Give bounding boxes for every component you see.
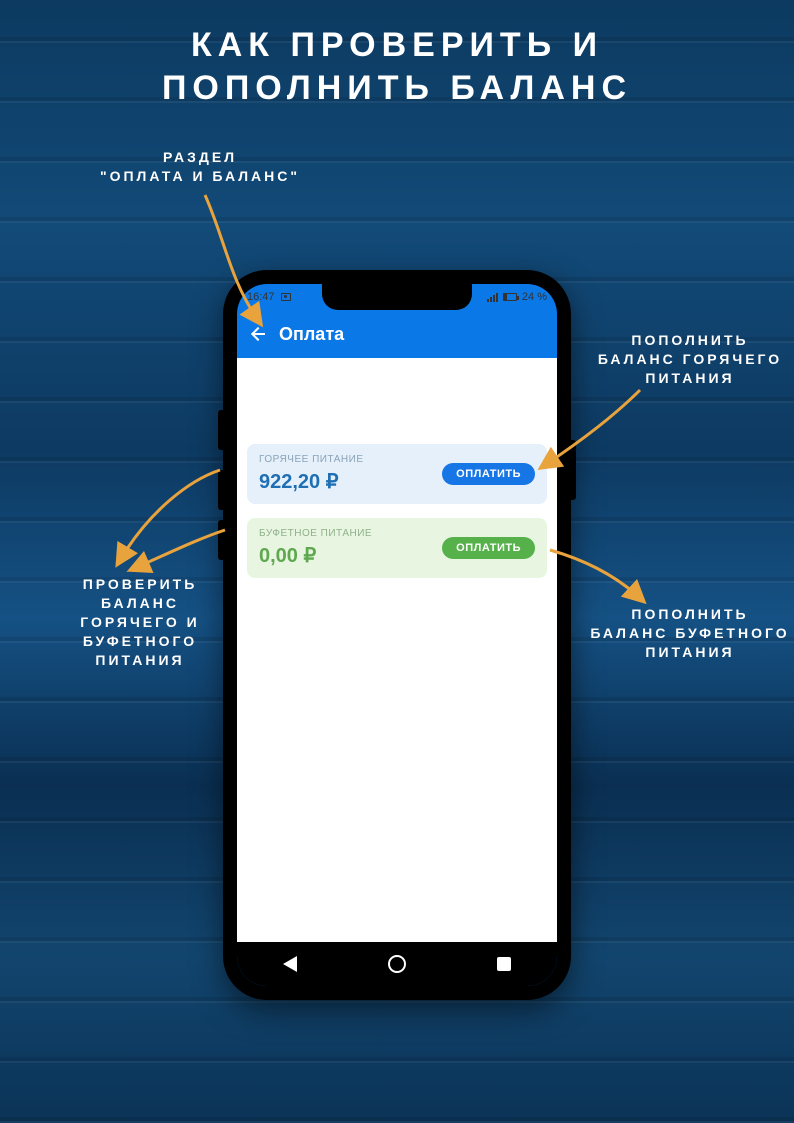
card-label: БУФЕТНОЕ ПИТАНИЕ (259, 528, 372, 539)
pay-button-hot[interactable]: ОПЛАТИТЬ (442, 463, 535, 485)
phone-notch (322, 284, 472, 310)
back-arrow-icon[interactable] (249, 325, 267, 343)
annotation-check-balances: ПРОВЕРИТЬБАЛАНСГОРЯЧЕГО ИБУФЕТНОГОПИТАНИ… (55, 575, 225, 669)
gallery-icon (281, 293, 291, 301)
pay-button-buffet[interactable]: ОПЛАТИТЬ (442, 537, 535, 559)
card-buffet-meal: БУФЕТНОЕ ПИТАНИЕ 0,00 ₽ ОПЛАТИТЬ (247, 518, 547, 578)
title-line-1: КАК ПРОВЕРИТЬ И (0, 24, 794, 67)
annotation-topup-hot: ПОПОЛНИТЬБАЛАНС ГОРЯЧЕГОПИТАНИЯ (590, 331, 790, 388)
nav-recent-icon[interactable] (497, 957, 511, 971)
app-bar: Оплата (237, 310, 557, 358)
card-label: ГОРЯЧЕЕ ПИТАНИЕ (259, 454, 364, 465)
status-time: 16:47 (247, 291, 275, 303)
signal-icon (487, 293, 498, 302)
page-title: КАК ПРОВЕРИТЬ И ПОПОЛНИТЬ БАЛАНС (0, 24, 794, 109)
annotation-topup-buffet: ПОПОЛНИТЬБАЛАНС БУФЕТНОГОПИТАНИЯ (590, 605, 790, 662)
appbar-title: Оплата (279, 324, 344, 345)
card-amount: 922,20 ₽ (259, 469, 364, 494)
card-hot-meal: ГОРЯЧЕЕ ПИТАНИЕ 922,20 ₽ ОПЛАТИТЬ (247, 444, 547, 504)
phone-screen: 16:47 24 % Оплата ГОРЯЧЕЕ ПИТАНИЕ 922,20… (237, 284, 557, 986)
annotation-section: РАЗДЕЛ"ОПЛАТА И БАЛАНС" (70, 148, 330, 186)
card-amount: 0,00 ₽ (259, 543, 372, 568)
nav-back-icon[interactable] (283, 956, 297, 972)
nav-home-icon[interactable] (388, 955, 406, 973)
title-line-2: ПОПОЛНИТЬ БАЛАНС (0, 67, 794, 110)
android-navbar (237, 942, 557, 986)
status-battery-text: 24 % (522, 291, 547, 303)
phone-mockup: 16:47 24 % Оплата ГОРЯЧЕЕ ПИТАНИЕ 922,20… (223, 270, 571, 1000)
battery-icon (503, 293, 517, 301)
screen-content: ГОРЯЧЕЕ ПИТАНИЕ 922,20 ₽ ОПЛАТИТЬ БУФЕТН… (237, 358, 557, 942)
